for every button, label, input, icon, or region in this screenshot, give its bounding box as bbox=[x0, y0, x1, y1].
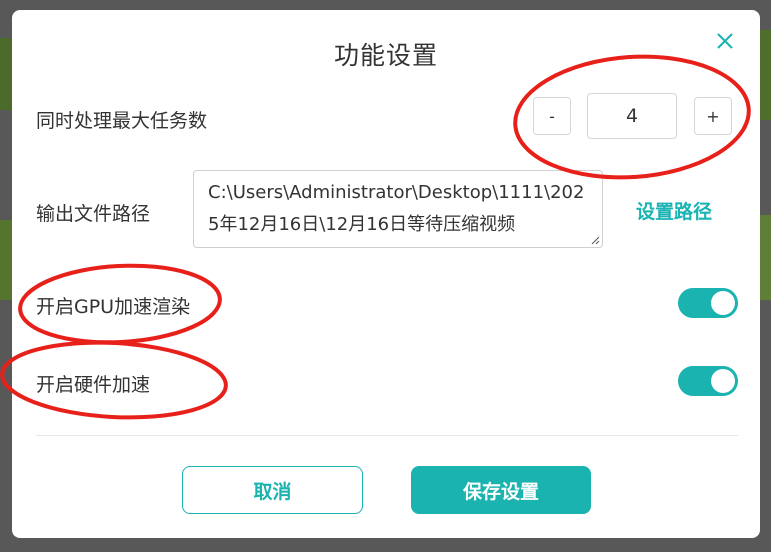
close-icon bbox=[717, 33, 733, 49]
output-path-textarea[interactable]: C:\Users\Administrator\Desktop\1111\2025… bbox=[193, 170, 603, 248]
output-path-value: C:\Users\Administrator\Desktop\1111\2025… bbox=[208, 182, 585, 235]
decrement-button[interactable]: - bbox=[533, 97, 571, 135]
save-settings-button[interactable]: 保存设置 bbox=[411, 466, 591, 514]
background-thumbnail bbox=[0, 38, 12, 110]
gpu-render-label: 开启GPU加速渲染 bbox=[36, 296, 191, 318]
hardware-accel-label: 开启硬件加速 bbox=[36, 374, 151, 396]
set-path-button[interactable]: 设置路径 bbox=[636, 197, 712, 224]
background-thumbnail bbox=[0, 220, 12, 300]
increment-button[interactable]: + bbox=[694, 97, 732, 135]
background-thumbnail bbox=[759, 215, 771, 300]
background-thumbnail bbox=[759, 30, 771, 120]
close-button[interactable] bbox=[714, 30, 736, 52]
max-tasks-input[interactable]: 4 bbox=[587, 93, 677, 139]
dialog-title: 功能设置 bbox=[333, 41, 438, 70]
output-path-label: 输出文件路径 bbox=[36, 203, 151, 225]
gpu-render-toggle[interactable] bbox=[678, 288, 738, 318]
cancel-button[interactable]: 取消 bbox=[182, 466, 363, 514]
settings-dialog: 功能设置 同时处理最大任务数 - 4 + 输出文件路径 C:\Users\Adm… bbox=[12, 10, 760, 538]
toggle-knob bbox=[711, 369, 735, 393]
max-tasks-label: 同时处理最大任务数 bbox=[36, 110, 208, 132]
toggle-knob bbox=[711, 291, 735, 315]
hardware-accel-toggle[interactable] bbox=[678, 366, 738, 396]
footer-divider bbox=[36, 435, 738, 436]
resize-grip-icon[interactable] bbox=[590, 235, 600, 245]
